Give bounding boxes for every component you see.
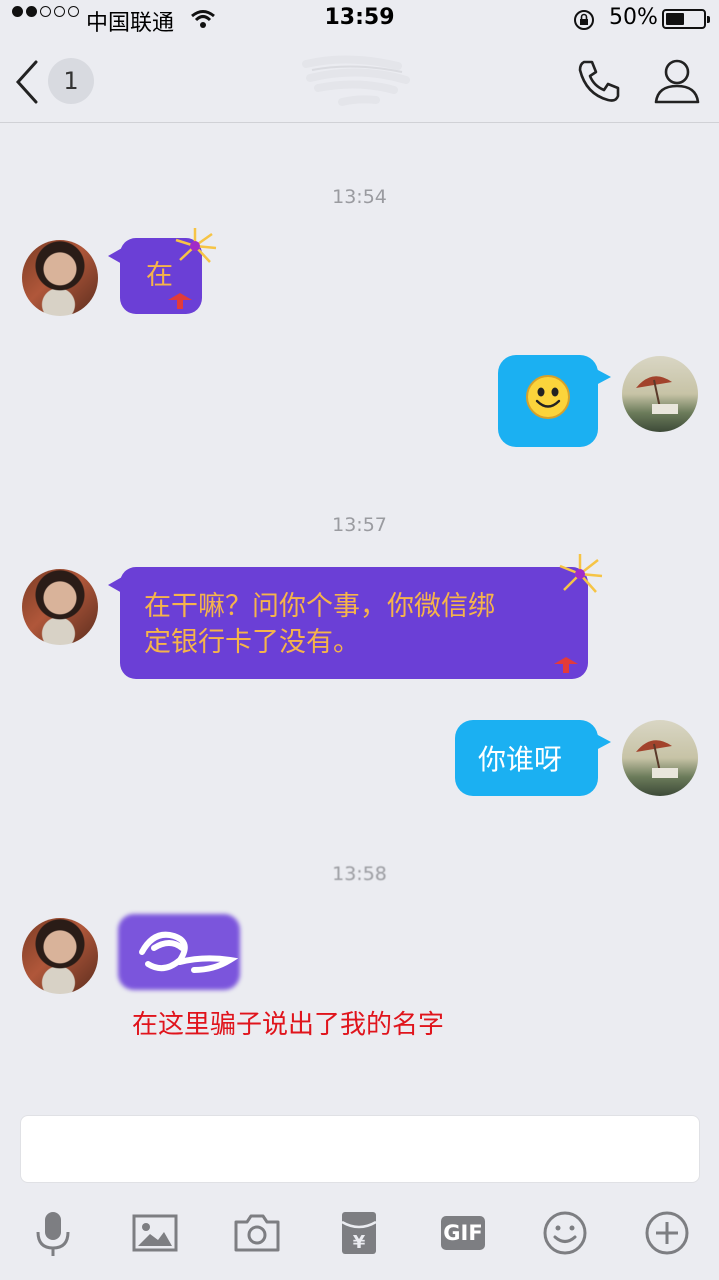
my-message-bubble[interactable] (498, 355, 611, 447)
redacted-contact-name (302, 55, 410, 106)
contact-profile-button[interactable] (652, 56, 702, 106)
message-text: 你谁呀 (478, 743, 563, 776)
firework-decoration-icon (559, 554, 603, 593)
battery-icon (662, 9, 710, 29)
my-avatar[interactable] (622, 356, 698, 432)
contact-avatar[interactable] (22, 240, 98, 316)
back-button[interactable]: 1 (14, 56, 104, 106)
battery-percent: 50% (609, 5, 658, 30)
camera-icon[interactable] (232, 1208, 282, 1258)
svg-text:¥: ¥ (353, 1232, 366, 1253)
message-timestamp: 13:57 (332, 514, 387, 536)
unread-count-badge: 1 (48, 58, 94, 104)
firework-decoration-icon (175, 228, 217, 263)
lantern-decoration-icon (168, 293, 192, 309)
image-icon[interactable] (130, 1208, 180, 1258)
red-packet-icon[interactable]: ¥ (334, 1208, 384, 1258)
emoji-icon[interactable] (540, 1208, 590, 1258)
smile-emoji-icon (526, 375, 570, 419)
my-message-bubble[interactable]: 你谁呀 (455, 720, 611, 796)
plus-icon[interactable] (642, 1208, 692, 1258)
message-text-line: 在干嘛？问你个事，你微信绑 (144, 591, 495, 622)
message-text-line: 定银行卡了没有。 (144, 627, 360, 658)
contact-avatar[interactable] (22, 569, 98, 645)
input-toolbar: ¥ GIF (0, 1200, 719, 1270)
message-timestamp: 13:58 (332, 863, 387, 885)
contact-message-bubble[interactable]: 在干嘛？问你个事，你微信绑 定银行卡了没有。 (108, 567, 588, 679)
rotation-lock-icon (574, 10, 594, 30)
chevron-left-icon (15, 60, 38, 104)
mic-icon[interactable] (28, 1208, 78, 1258)
umbrella-icon (636, 376, 678, 414)
umbrella-icon (636, 740, 678, 778)
message-timestamp: 13:54 (332, 186, 387, 208)
contact-avatar[interactable] (22, 918, 98, 994)
chat-header: 1 (0, 40, 719, 123)
message-text: 在 (146, 260, 173, 291)
redaction-scribble (139, 931, 238, 973)
phone-call-button[interactable] (574, 56, 624, 106)
message-input[interactable] (20, 1115, 700, 1183)
scam-annotation: 在这里骗子说出了我的名字 (132, 1010, 445, 1040)
lantern-decoration-icon (554, 657, 578, 673)
status-bar: 中国联通 13:59 50% (0, 0, 719, 40)
my-avatar[interactable] (622, 720, 698, 796)
gif-icon[interactable]: GIF (441, 1216, 485, 1250)
